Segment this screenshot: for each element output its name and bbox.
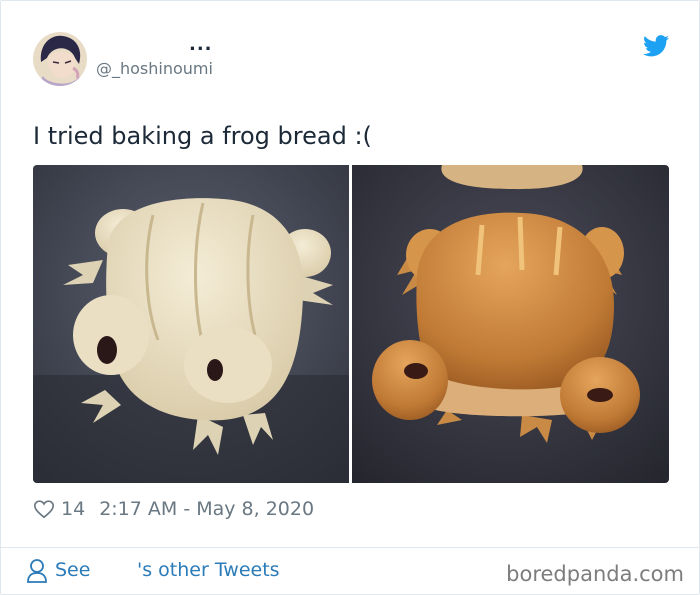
- tweet-text: I tried baking a frog bread :(: [33, 122, 372, 150]
- watermark: boredpanda.com: [506, 562, 684, 586]
- other-tweets-link[interactable]: 's other Tweets: [137, 559, 280, 581]
- footer-divider: [1, 547, 699, 548]
- tweet-card: ... @_hoshinoumi I tried baking a frog b…: [0, 0, 700, 595]
- display-name[interactable]: ...: [189, 34, 213, 55]
- avatar[interactable]: [33, 32, 87, 86]
- baked-frog-bread-photo[interactable]: [352, 165, 669, 483]
- see-link[interactable]: See: [55, 559, 90, 581]
- avatar-image: [33, 32, 87, 86]
- person-icon[interactable]: [26, 558, 48, 584]
- media-grid[interactable]: [33, 165, 669, 483]
- tweet-meta: 14 2:17 AM - May 8, 2020: [33, 495, 314, 523]
- timestamp[interactable]: 2:17 AM - May 8, 2020: [99, 498, 314, 520]
- like-count[interactable]: 14: [61, 498, 85, 520]
- raw-dough-frog-photo[interactable]: [33, 165, 349, 483]
- heart-icon[interactable]: [33, 498, 55, 520]
- user-handle[interactable]: @_hoshinoumi: [96, 59, 213, 78]
- twitter-bird-icon[interactable]: [643, 35, 669, 57]
